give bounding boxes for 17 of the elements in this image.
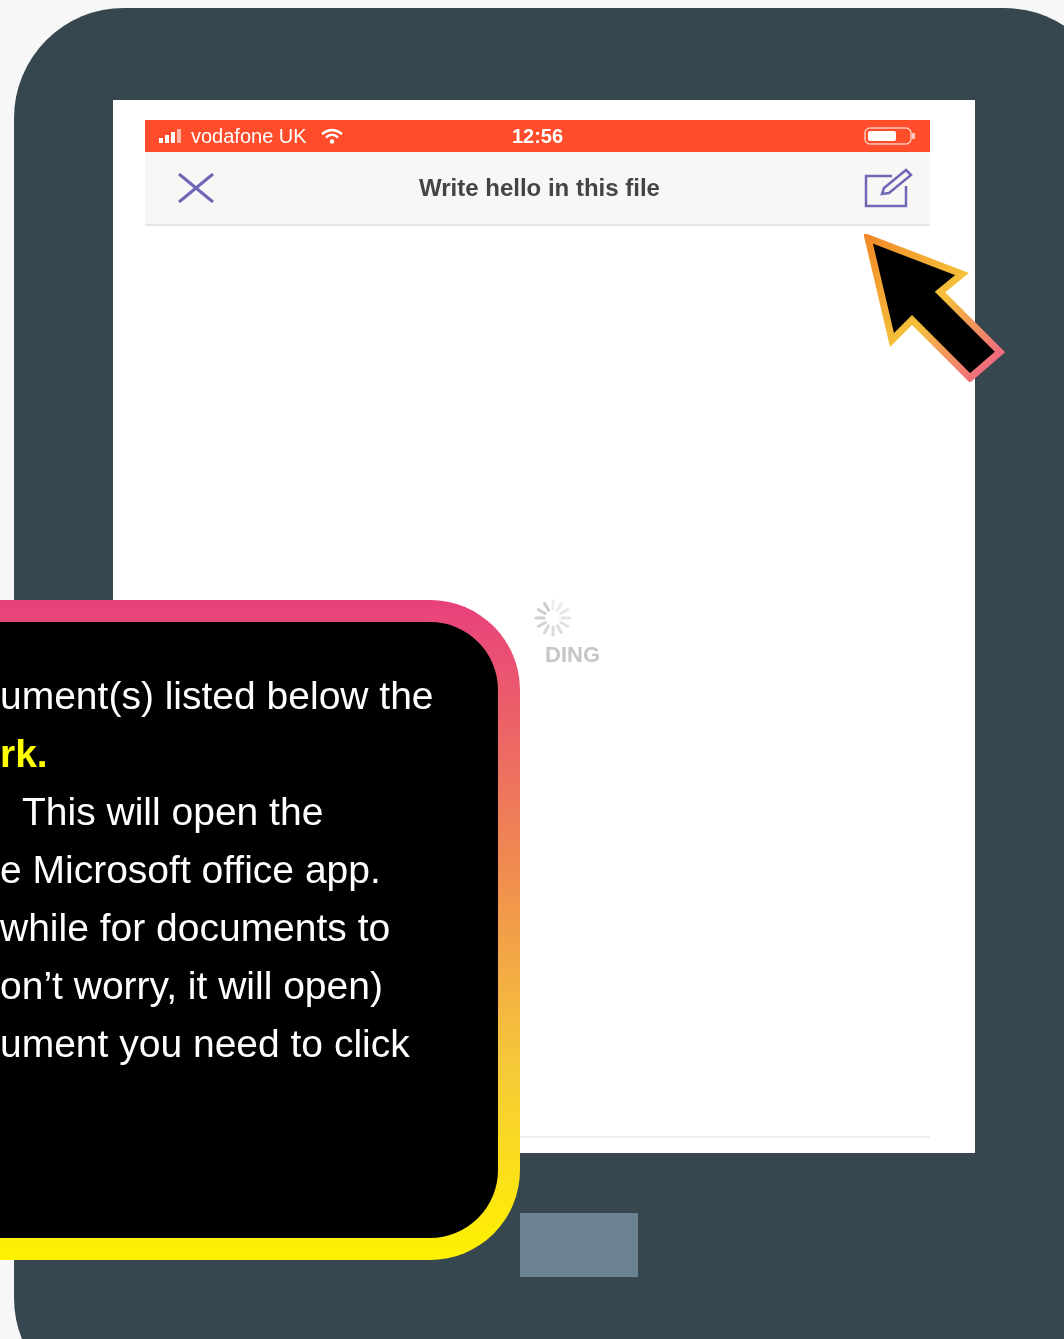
document-title: Write hello in this file <box>418 174 661 202</box>
callout-text: ument(s) listed below the <box>0 673 434 719</box>
close-icon[interactable] <box>177 172 215 204</box>
edit-icon[interactable] <box>864 168 914 208</box>
arrow-icon <box>864 234 1006 382</box>
spinner-icon <box>532 598 573 638</box>
callout-text: while for documents to <box>0 905 391 951</box>
loading-label: DING <box>545 642 600 668</box>
battery-icon <box>864 127 916 145</box>
callout-text: ument you need to click <box>0 1021 410 1067</box>
wifi-icon <box>320 128 343 144</box>
callout-text: on’t worry, it will open) <box>0 963 383 1009</box>
carrier-name: vodafone UK <box>191 124 307 148</box>
status-time: 12:56 <box>511 124 564 148</box>
callout-text: This will open the <box>22 789 324 835</box>
callout-text: rk. <box>0 731 48 777</box>
callout-text: e Microsoft office app. <box>0 847 381 893</box>
